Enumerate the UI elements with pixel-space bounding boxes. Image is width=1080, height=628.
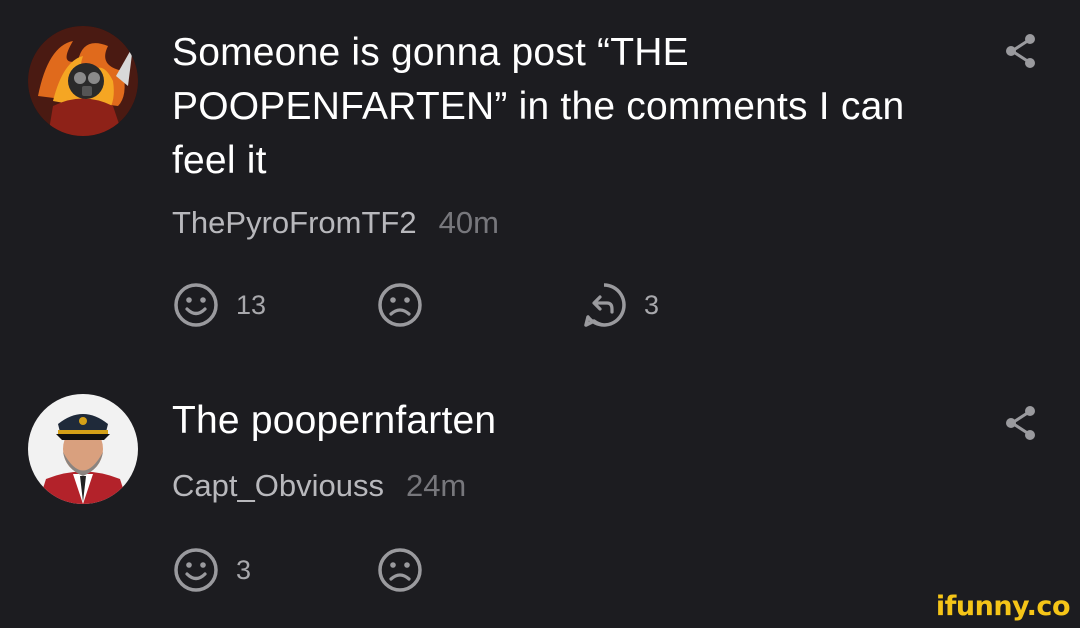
avatar[interactable] (28, 394, 138, 504)
comment-meta: ThePyroFromTF2 40m (172, 205, 499, 241)
like-button[interactable]: 3 (172, 545, 251, 595)
reply-icon (584, 283, 626, 327)
smile-icon (174, 283, 218, 327)
reply-count: 3 (644, 289, 660, 320)
comment-meta: Capt_Obviouss 24m (172, 468, 466, 504)
share-button[interactable] (1000, 402, 1042, 444)
like-count: 3 (236, 554, 252, 585)
comment-actions: 3 (172, 545, 772, 595)
dislike-button[interactable] (376, 545, 424, 595)
dislike-button[interactable] (376, 280, 424, 330)
comment-text: The poopernfarten (172, 399, 497, 442)
username[interactable]: ThePyroFromTF2 (172, 205, 417, 240)
comment-actions: 13 3 (172, 280, 772, 330)
username[interactable]: Capt_Obviouss (172, 468, 384, 503)
share-icon (1006, 406, 1035, 440)
like-button[interactable]: 13 (172, 280, 266, 330)
share-button[interactable] (1000, 30, 1042, 72)
frown-icon (378, 283, 422, 327)
avatar[interactable] (28, 26, 138, 136)
watermark-logo: ifunny.co (935, 591, 1071, 622)
frown-icon (378, 548, 422, 592)
comment-text: Someone is gonna post “THE POOPENFARTEN”… (172, 31, 905, 182)
share-icon (1006, 34, 1035, 68)
timestamp: 24m (405, 468, 467, 503)
comment-item: The poopernfarten Capt_Obviouss 24m 3 (0, 380, 1080, 620)
timestamp: 40m (438, 205, 499, 240)
comment-item: Someone is gonna post “THE POOPENFARTEN”… (0, 0, 1080, 360)
like-count: 13 (236, 289, 267, 320)
reply-button[interactable]: 3 (580, 280, 659, 330)
smile-icon (174, 548, 218, 592)
